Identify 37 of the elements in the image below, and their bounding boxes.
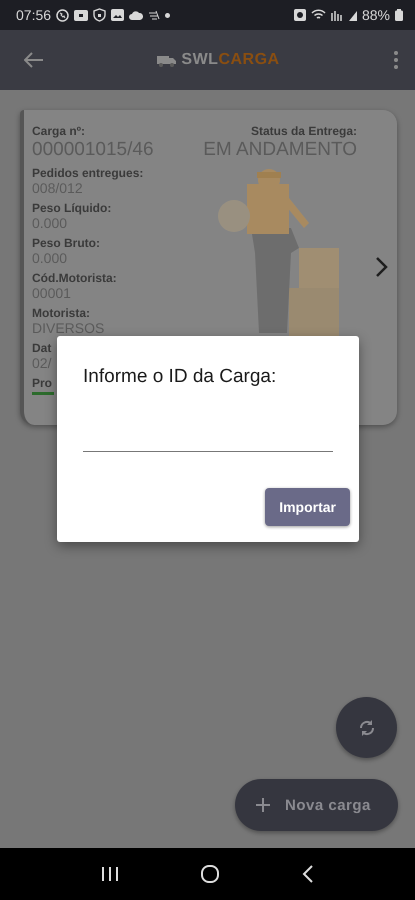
field-label: Peso Bruto: bbox=[32, 236, 100, 250]
logo-text: CARGA bbox=[218, 51, 280, 68]
battery-icon bbox=[395, 9, 403, 21]
clock-time: 07:56 bbox=[16, 7, 52, 23]
image-icon bbox=[111, 9, 124, 21]
shield-icon bbox=[93, 8, 106, 22]
import-button[interactable]: Importar bbox=[265, 488, 350, 526]
field-label: Dat bbox=[32, 341, 52, 355]
back-arrow-icon bbox=[24, 52, 44, 68]
wifi-icon bbox=[310, 9, 326, 21]
chevron-icon bbox=[375, 256, 389, 278]
truck-icon bbox=[157, 53, 178, 67]
signal-icon bbox=[348, 9, 357, 21]
refresh-button[interactable] bbox=[336, 697, 397, 758]
field-label: Motorista: bbox=[32, 306, 90, 320]
dialog-title: Informe o ID da Carga: bbox=[83, 366, 278, 388]
back-icon bbox=[302, 864, 314, 884]
dot-icon bbox=[165, 12, 170, 18]
field-label: Carga nº: bbox=[32, 124, 86, 138]
home-icon bbox=[200, 864, 220, 884]
recents-icon bbox=[100, 866, 119, 882]
next-button[interactable] bbox=[375, 256, 389, 278]
more-icon bbox=[393, 50, 399, 70]
plus-icon bbox=[255, 797, 271, 813]
field-label: Peso Líquido: bbox=[32, 201, 112, 215]
signal-icon bbox=[330, 9, 344, 21]
status-label: Status da Entrega: bbox=[250, 124, 357, 138]
battery-level: 88% bbox=[362, 7, 390, 23]
wind-icon bbox=[148, 10, 160, 20]
field-label: Pro bbox=[32, 376, 52, 390]
field-label: Cód.Motorista: bbox=[32, 271, 117, 285]
new-load-button[interactable]: Nova carga bbox=[235, 779, 398, 831]
cloud-icon bbox=[129, 10, 144, 20]
alarm-icon bbox=[294, 9, 306, 21]
field-label: Pedidos entregues: bbox=[32, 166, 144, 180]
logo-text: SWL bbox=[181, 51, 218, 68]
video-icon bbox=[74, 10, 88, 20]
